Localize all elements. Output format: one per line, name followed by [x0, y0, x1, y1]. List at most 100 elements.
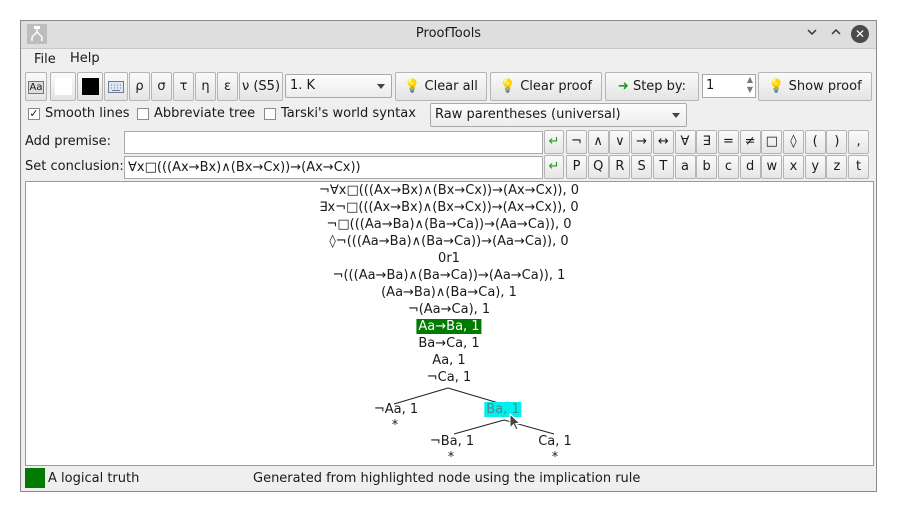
title-bar: ProofTools ✕	[21, 21, 876, 49]
legend-label: A logical truth	[48, 471, 140, 486]
clear-proof-label: Clear proof	[520, 79, 593, 94]
white-swatch-icon	[54, 78, 72, 95]
tree-node[interactable]: (Aa→Ba)∧(Ba→Ca), 1	[381, 285, 517, 301]
letter-symbol-button[interactable]: d	[739, 155, 761, 179]
conclusion-input[interactable]: ∀x□(((Ax→Bx)∧(Bx→Cx))→(Ax→Cx))	[124, 156, 543, 179]
clear-proof-button[interactable]: 💡 Clear proof	[490, 72, 602, 101]
tree-node[interactable]: ¬∀x□(((Ax→Bx)∧(Bx→Cx))→(Ax→Cx)), 0	[319, 183, 579, 199]
letter-symbol-button[interactable]: S	[631, 155, 653, 179]
tree-node[interactable]: Ba→Ca, 1	[418, 336, 479, 352]
letter-symbol-button[interactable]: y	[804, 155, 826, 179]
tree-node[interactable]: 0r1	[438, 251, 460, 267]
chevron-down-icon	[672, 113, 680, 118]
keyboard-icon	[108, 80, 124, 93]
keyboard-button[interactable]	[104, 72, 128, 101]
conclusion-label: Set conclusion:	[25, 159, 124, 174]
letter-symbol-button[interactable]: R	[609, 155, 631, 179]
nu-s5-button[interactable]: ν (S5)	[239, 72, 283, 101]
sigma-button[interactable]: σ	[151, 72, 172, 101]
logic-symbol-button[interactable]: ≠	[739, 130, 761, 154]
smooth-lines-checkbox[interactable]: ✓	[28, 108, 40, 120]
logic-symbol-button[interactable]: ∃	[696, 130, 718, 154]
logic-symbol-button[interactable]: =	[717, 130, 739, 154]
abbreviate-tree-label: Abbreviate tree	[154, 106, 256, 121]
tree-node[interactable]: ¬Ca, 1	[427, 370, 471, 386]
chevron-down-icon	[377, 84, 385, 89]
letter-symbol-button[interactable]: w	[761, 155, 783, 179]
letter-symbol-button[interactable]: z	[826, 155, 848, 179]
logic-symbol-button[interactable]: ∨	[609, 130, 631, 154]
spinner-arrows-icon[interactable]: ▲ ▼	[747, 75, 753, 95]
lightbulb-icon: 💡	[499, 79, 517, 94]
rho-button[interactable]: ρ	[129, 72, 150, 101]
minimize-icon[interactable]	[803, 25, 821, 43]
close-icon[interactable]: ✕	[851, 25, 869, 43]
logic-symbol-button[interactable]: )	[826, 130, 848, 154]
epsilon-button[interactable]: ε	[217, 72, 238, 101]
parentheses-select-value: Raw parentheses (universal)	[435, 107, 621, 122]
tree-node-sub-right[interactable]: Ca, 1	[538, 434, 572, 450]
logic-symbol-button[interactable]: ∧	[587, 130, 609, 154]
lightbulb-icon: 💡	[404, 79, 421, 94]
parentheses-select[interactable]: Raw parentheses (universal)	[430, 103, 687, 127]
enter-conclusion-button[interactable]: ↵	[544, 155, 564, 179]
black-swatch-icon	[81, 78, 99, 95]
letter-symbol-button[interactable]: c	[717, 155, 739, 179]
premise-input[interactable]	[124, 131, 543, 154]
tarski-syntax-label: Tarski's world syntax	[281, 106, 416, 121]
letter-symbol-button[interactable]: P	[566, 155, 587, 179]
logic-symbol-button[interactable]: ∀	[674, 130, 696, 154]
tree-node[interactable]: ¬□(((Aa→Ba)∧(Ba→Ca))→(Aa→Ca)), 0	[326, 217, 571, 233]
letter-symbol-button[interactable]: x	[783, 155, 804, 179]
status-bar: A logical truth Generated from highlight…	[21, 468, 876, 490]
logical-truth-node-label: Aa→Ba, 1	[416, 319, 482, 334]
menu-bar: File Help	[21, 48, 876, 70]
tree-node[interactable]: ¬(((Aa→Ba)∧(Ba→Ca))→(Aa→Ca)), 1	[333, 268, 566, 284]
eta-button[interactable]: η	[195, 72, 216, 101]
letter-symbol-button[interactable]: T	[652, 155, 674, 179]
logic-symbol-button[interactable]: □	[761, 130, 783, 154]
logic-select-value: 1. K	[290, 78, 316, 93]
step-by-spinner[interactable]: 1 ▲ ▼	[702, 74, 756, 98]
step-by-label: Step by:	[632, 79, 687, 94]
logic-select[interactable]: 1. K	[285, 74, 392, 98]
status-message: Generated from highlighted node using th…	[253, 471, 641, 486]
menu-help[interactable]: Help	[70, 51, 100, 66]
window-title: ProofTools	[415, 26, 482, 41]
tree-node[interactable]: ∃x¬□(((Ax→Bx)∧(Bx→Cx))→(Ax→Cx)), 0	[319, 200, 578, 216]
clear-all-button[interactable]: 💡 Clear all	[395, 72, 487, 101]
font-button[interactable]: Aa	[25, 72, 47, 101]
step-by-button[interactable]: ➜ Step by:	[605, 72, 699, 101]
tree-node-sub-left[interactable]: ¬Ba, 1	[430, 434, 474, 450]
letter-symbol-button[interactable]: a	[674, 155, 696, 179]
letter-symbol-button[interactable]: Q	[587, 155, 609, 179]
tree-node[interactable]: ¬(Aa→Ca), 1	[408, 302, 490, 318]
menu-file[interactable]: File	[31, 51, 59, 68]
tree-node-left-branch[interactable]: ¬Aa, 1	[374, 402, 418, 418]
logic-symbol-button[interactable]: (	[804, 130, 826, 154]
tarski-syntax-checkbox[interactable]	[264, 108, 276, 120]
background-color-button[interactable]	[50, 72, 76, 101]
premise-label: Add premise:	[25, 134, 112, 149]
show-proof-button[interactable]: 💡 Show proof	[758, 72, 872, 101]
foreground-color-button[interactable]	[77, 72, 103, 101]
tree-node[interactable]: Aa, 1	[432, 353, 465, 369]
tree-node[interactable]: Aa→Ba, 1	[416, 319, 482, 335]
logic-symbol-button[interactable]: ↔	[652, 130, 674, 154]
maximize-icon[interactable]	[827, 25, 845, 43]
logic-symbol-button[interactable]: ¬	[566, 130, 587, 154]
logic-symbol-button[interactable]: ,	[848, 130, 870, 154]
logic-symbol-button[interactable]: →	[631, 130, 653, 154]
closed-branch-marker: *	[391, 418, 399, 433]
proof-tree-canvas[interactable]: ¬∀x□(((Ax→Bx)∧(Bx→Cx))→(Ax→Cx)), 0 ∃x¬□((…	[25, 181, 874, 466]
tree-node[interactable]: ◊¬(((Aa→Ba)∧(Ba→Ca))→(Aa→Ca)), 0	[329, 234, 568, 250]
enter-premise-button[interactable]: ↵	[544, 130, 564, 154]
letter-symbol-button[interactable]: b	[696, 155, 718, 179]
letter-symbol-button[interactable]: t	[848, 155, 870, 179]
tau-button[interactable]: τ	[173, 72, 194, 101]
branch-line-sub-left	[453, 419, 505, 435]
logic-symbol-button[interactable]: ◊	[783, 130, 804, 154]
show-proof-icon: 💡	[768, 79, 785, 94]
abbreviate-tree-checkbox[interactable]	[137, 108, 149, 120]
smooth-lines-label: Smooth lines	[45, 106, 130, 121]
